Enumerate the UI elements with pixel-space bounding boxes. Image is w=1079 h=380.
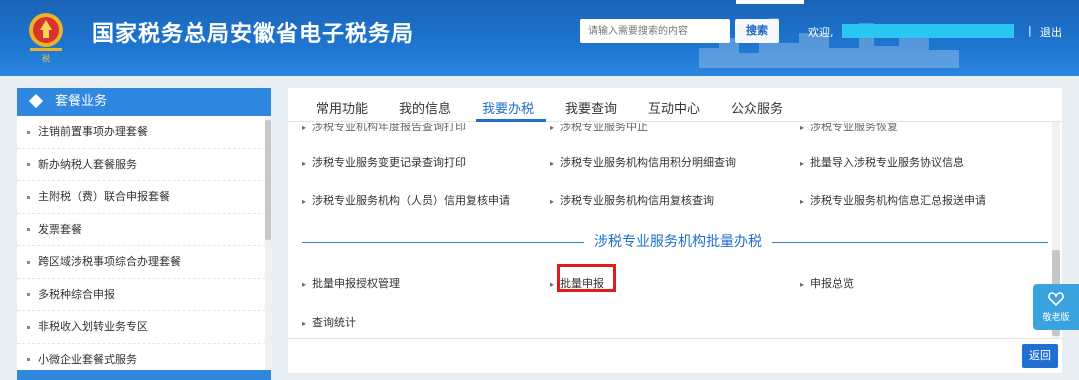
service-link-batch-auth[interactable]: ▸ 批量申报授权管理 (302, 275, 400, 291)
sidebar-scrollbar-thumb[interactable] (265, 120, 271, 240)
service-link-resume[interactable]: ▸ 涉税专业服务恢复 (800, 123, 898, 131)
service-label: 批量申报授权管理 (312, 277, 401, 290)
arrow-icon: ▸ (550, 159, 555, 168)
welcome-text: 欢迎, (808, 26, 834, 39)
service-label: 涉税专业服务机构信用复核查询 (560, 194, 715, 207)
service-link-annual-report[interactable]: ▸ 涉税专业机构年度报告查询打印 (302, 123, 466, 131)
sidebar-item-label: 跨区域涉税事项综合办理套餐 (38, 255, 181, 268)
package-icon (28, 93, 44, 108)
main-panel: 常用功能 我的信息 我要办税 我要查询 互动中心 公众服务 ▸ 涉税专业机构年度报… (288, 88, 1062, 373)
sidebar-item-cross-region[interactable]: 跨区域涉税事项综合办理套餐 (17, 246, 271, 279)
arrow-icon: ▸ (800, 159, 805, 168)
svg-text:税: 税 (42, 53, 50, 63)
service-link-credit-review-query[interactable]: ▸ 涉税专业服务机构信用复核查询 (550, 192, 714, 208)
highlight-box (557, 264, 616, 292)
arrow-icon: ▸ (302, 280, 307, 289)
service-link-overview[interactable]: ▸ 申报总览 (800, 275, 854, 291)
logout-link[interactable]: 退出 (1040, 24, 1062, 40)
service-label: 涉税专业服务变更记录查询打印 (312, 156, 467, 169)
arrow-icon: ▸ (302, 123, 307, 131)
sidebar-item-label: 主附税（费）联合申报套餐 (38, 190, 170, 203)
header-separator: | (1028, 24, 1032, 37)
service-label: 涉税专业服务恢复 (810, 123, 899, 131)
tab-interaction[interactable]: 互动中心 (648, 98, 700, 117)
service-label: 涉税专业机构年度报告查询打印 (312, 123, 467, 131)
arrow-icon: ▸ (800, 123, 805, 131)
sidebar-item-label: 非税收入划转业务专区 (38, 320, 148, 333)
site-title: 国家税务总局安徽省电子税务局 (92, 22, 415, 47)
sidebar-item-non-tax-income[interactable]: 非税收入划转业务专区 (17, 311, 271, 344)
sidebar-item-label: 小微企业套餐式服务 (38, 352, 137, 366)
service-link-credit-review-apply[interactable]: ▸ 涉税专业服务机构（人员）信用复核申请 (302, 192, 510, 208)
service-label: 涉税专业服务中止 (560, 123, 649, 131)
tab-bar: 常用功能 我的信息 我要办税 我要查询 互动中心 公众服务 (288, 88, 1062, 122)
service-label: 涉税专业服务机构信用积分明细查询 (560, 156, 737, 169)
service-label: 涉税专业服务机构信息汇总报送申请 (810, 194, 987, 207)
heart-hands-icon (1048, 292, 1064, 307)
arrow-icon: ▸ (800, 197, 805, 206)
arrow-icon: ▸ (302, 197, 307, 206)
bullet-icon (27, 358, 30, 361)
service-link-change-record[interactable]: ▸ 涉税专业服务变更记录查询打印 (302, 154, 466, 170)
active-tab-indicator (476, 119, 546, 122)
bullet-icon (27, 260, 30, 264)
tab-public-service[interactable]: 公众服务 (731, 98, 783, 117)
bullet-icon (27, 163, 30, 166)
search-input[interactable] (580, 19, 730, 43)
service-link-info-summary[interactable]: ▸ 涉税专业服务机构信息汇总报送申请 (800, 192, 986, 208)
tab-tax-handling[interactable]: 我要办税 (482, 98, 534, 117)
sidebar-item-label: 注销前置事项办理套餐 (38, 125, 148, 138)
bullet-icon (27, 228, 30, 231)
arrow-icon: ▸ (550, 280, 555, 289)
section-divider-right (772, 242, 1048, 243)
sidebar-list: 注销前置事项办理套餐 新办纳税人套餐服务 主附税（费）联合申报套餐 发票套餐 跨… (17, 116, 271, 376)
tax-emblem-logo: 税 (29, 13, 63, 63)
bullet-icon (27, 293, 30, 296)
tab-common-functions[interactable]: 常用功能 (316, 98, 368, 117)
service-label: 查询统计 (312, 316, 357, 329)
sidebar-item-invoice[interactable]: 发票套餐 (17, 214, 271, 246)
service-link-batch-import[interactable]: ▸ 批量导入涉税专业服务协议信息 (800, 154, 964, 170)
tab-my-info[interactable]: 我的信息 (399, 98, 451, 117)
tab-query[interactable]: 我要查询 (565, 98, 617, 117)
bullet-icon (27, 325, 30, 329)
sidebar-item-new-taxpayer[interactable]: 新办纳税人套餐服务 (17, 149, 271, 181)
arrow-icon: ▸ (302, 159, 307, 168)
site-header: 税 国家税务总局安徽省电子税务局 搜索 欢迎, | 退出 (0, 0, 1079, 76)
back-button[interactable]: 返回 (1022, 344, 1058, 368)
section-divider-left (302, 242, 584, 243)
arrow-icon: ▸ (550, 123, 555, 131)
elder-mode-button[interactable]: 敬老版 (1033, 284, 1079, 330)
sidebar-header[interactable]: 套餐业务 (17, 88, 271, 116)
sidebar-title: 套餐业务 (55, 94, 108, 109)
sidebar: 套餐业务 注销前置事项办理套餐 新办纳税人套餐服务 主附税（费）联合申报套餐 发… (17, 88, 271, 380)
top-strip (736, 0, 804, 4)
username-redacted (842, 24, 1014, 38)
sidebar-item-label: 多税种综合申报 (38, 287, 115, 301)
service-link-credit-score[interactable]: ▸ 涉税专业服务机构信用积分明细查询 (550, 154, 736, 170)
search-button[interactable]: 搜索 (735, 19, 779, 43)
sidebar-item-label: 发票套餐 (38, 222, 82, 236)
bullet-icon (27, 130, 30, 134)
sidebar-item-joint-declaration[interactable]: 主附税（费）联合申报套餐 (17, 181, 271, 214)
service-label: 申报总览 (810, 277, 855, 290)
sidebar-item-cancellation[interactable]: 注销前置事项办理套餐 (17, 116, 271, 149)
section-title: 涉税专业服务机构批量办税 (594, 234, 762, 250)
arrow-icon: ▸ (302, 319, 307, 328)
sidebar-item-label: 新办纳税人套餐服务 (38, 157, 137, 171)
service-label: 批量导入涉税专业服务协议信息 (810, 156, 965, 169)
elder-mode-label: 敬老版 (1042, 313, 1070, 323)
sidebar-next-header[interactable] (17, 370, 271, 380)
service-label: 涉税专业服务机构（人员）信用复核申请 (312, 194, 511, 207)
sidebar-item-multi-tax[interactable]: 多税种综合申报 (17, 279, 271, 311)
service-link-suspend[interactable]: ▸ 涉税专业服务中止 (550, 123, 648, 131)
service-link-stats[interactable]: ▸ 查询统计 (302, 314, 356, 330)
bullet-icon (27, 195, 30, 199)
footer-divider (288, 338, 1062, 339)
arrow-icon: ▸ (550, 197, 555, 206)
arrow-icon: ▸ (800, 280, 805, 289)
